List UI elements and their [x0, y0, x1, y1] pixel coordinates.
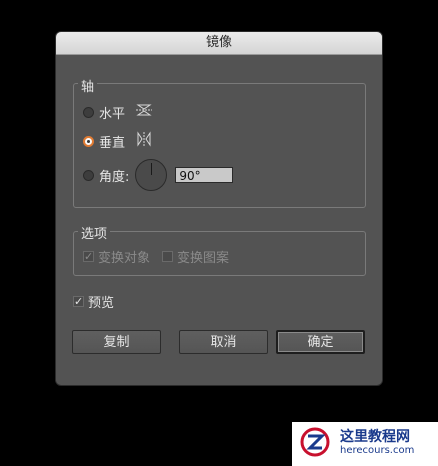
transform-patterns-label: 变换图案: [177, 251, 230, 266]
angle-radio[interactable]: [83, 169, 94, 181]
vertical-option[interactable]: 垂直: [83, 131, 153, 151]
horizontal-option[interactable]: 水平: [83, 102, 153, 122]
horizontal-axis-icon: [135, 102, 153, 122]
transform-objects-label: 变换对象: [98, 251, 151, 266]
options-group-title: 选项: [78, 223, 111, 242]
check-icon: ✓: [74, 295, 84, 308]
watermark-title: 这里教程网: [340, 429, 410, 445]
watermark-logo-icon: [300, 427, 330, 461]
copy-button[interactable]: 复制: [72, 330, 161, 354]
preview-option[interactable]: ✓ 预览: [73, 292, 114, 311]
horizontal-radio[interactable]: [83, 106, 94, 118]
check-icon: ✓: [84, 250, 94, 263]
cancel-button[interactable]: 取消: [179, 330, 268, 354]
preview-checkbox[interactable]: ✓: [73, 296, 84, 307]
angle-dial-hand: [151, 163, 153, 175]
watermark-url: herecours.com: [340, 445, 415, 456]
transform-patterns-option[interactable]: 变换图案: [162, 247, 229, 266]
transform-patterns-checkbox[interactable]: [162, 251, 173, 262]
angle-option[interactable]: 角度: 90°: [83, 159, 234, 191]
transform-objects-checkbox[interactable]: ✓: [83, 251, 94, 262]
preview-label: 预览: [88, 296, 115, 311]
watermark-text: 这里教程网 herecours.com: [340, 430, 414, 458]
mirror-dialog: 镜像 轴 水平 垂直 角度: 90° 选项 ✓ 变换对象 变换图案 ✓ 预览 复…: [56, 32, 382, 385]
ok-button[interactable]: 确定: [276, 330, 365, 354]
angle-label: 角度:: [99, 169, 130, 185]
axis-group-title: 轴: [78, 76, 98, 95]
angle-input[interactable]: 90°: [175, 167, 234, 183]
vertical-label: 垂直: [99, 135, 126, 151]
vertical-radio[interactable]: [83, 135, 94, 147]
dialog-title: 镜像: [56, 32, 382, 55]
angle-dial[interactable]: [135, 159, 168, 191]
watermark: 这里教程网 herecours.com: [292, 422, 438, 466]
vertical-axis-icon: [135, 131, 153, 151]
transform-objects-option[interactable]: ✓ 变换对象: [83, 247, 150, 266]
horizontal-label: 水平: [99, 106, 126, 122]
